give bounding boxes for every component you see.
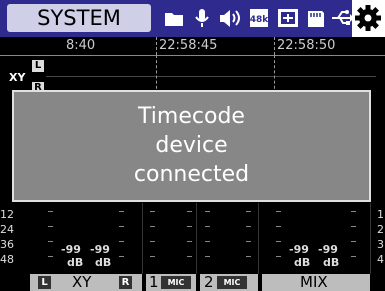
ch2-mic-badge: MIC [217,276,247,289]
xy-label: XY [72,273,92,291]
level-meters: 12 24 36 48 1 2 3 4 -99 -99 dB dB -99 -9… [0,203,385,291]
meter-tick [205,226,210,227]
meter-tick [187,241,192,242]
scale-right-2: 2 [377,223,384,236]
timeline-tick [156,37,157,55]
meter-tick [351,211,356,212]
meter-lane-ch1 [146,203,197,274]
timeline-ruler: 8:40 22:58:45 22:58:50 [0,37,385,56]
meter-tick [150,226,155,227]
meter-tick [351,226,356,227]
timeline-label-1: 8:40 [66,38,96,53]
timeline-label-2: 22:58:45 [159,38,218,53]
meter-tick [187,211,192,212]
meter-tick [48,226,53,227]
dialog-line-3: connected [133,162,250,187]
meter-tick [150,256,155,257]
meter-tick [187,226,192,227]
meter-tick [276,226,281,227]
scale-right-1: 1 [377,208,384,221]
mix-db-left: -99 [289,243,309,256]
xy-unit-left: dB [67,256,84,269]
usb-icon[interactable] [330,0,354,37]
scale-left-48: 48 [0,253,14,266]
mix-db-right: -99 [318,243,338,256]
sd-card-icon[interactable] [306,0,326,37]
meter-tick [119,256,124,257]
xy-db-right: -99 [90,243,110,256]
meter-tick [351,256,356,257]
xy-db-left: -99 [61,243,81,256]
meter-tick [205,256,210,257]
track-badge-l: L [32,60,44,72]
scale-right-4: 4 [377,253,384,266]
mix-label: MIX [300,273,328,291]
meter-tick [150,211,155,212]
xy-channel-button[interactable]: L XY R [30,274,142,291]
meter-tick [119,226,124,227]
system-tab[interactable]: SYSTEM [7,4,151,32]
meter-lane-xy [30,203,143,274]
folder-icon[interactable] [163,0,185,37]
sample-rate-label: 48k [250,15,269,25]
meter-tick [246,256,251,257]
meter-tick [48,256,53,257]
ch2-channel-button[interactable]: 2 MIC [200,274,258,291]
meter-lane-ch2 [200,203,259,274]
track-lane [46,76,376,77]
timeline-label-3: 22:58:50 [277,38,336,53]
ch2-number: 2 [204,273,214,291]
dialog-line-2: device [155,133,228,158]
ch1-number: 1 [149,273,159,291]
meter-lane-mix [262,203,371,274]
mix-channel-button[interactable]: MIX [262,274,370,291]
meter-tick [276,211,281,212]
sample-rate-icon[interactable]: 48k [249,0,269,37]
timecode-dialog: Timecode device connected [12,90,371,202]
ch1-mic-badge: MIC [161,276,191,289]
xy-l-badge: L [38,276,51,289]
top-bar: SYSTEM 48k [0,0,385,37]
meter-tick [187,256,192,257]
microphone-icon[interactable] [193,0,211,37]
ch1-channel-button[interactable]: 1 MIC [146,274,196,291]
speaker-icon[interactable] [218,0,242,37]
meter-tick [246,211,251,212]
xy-unit-right: dB [95,256,112,269]
meter-tick [246,226,251,227]
meter-tick [48,241,53,242]
timeline-tick [274,37,275,55]
track-label-xy: XY [9,71,26,84]
scale-left-36: 36 [0,238,14,251]
meter-tick [119,211,124,212]
scale-left-12: 12 [0,208,14,221]
dialog-line-1: Timecode [138,104,245,129]
timecode-icon[interactable] [277,0,299,37]
meter-tick [119,241,124,242]
meter-tick [351,241,356,242]
mix-unit-right: dB [323,256,340,269]
meter-tick [48,211,53,212]
xy-r-badge: R [119,276,132,289]
meter-tick [205,241,210,242]
meter-tick [205,211,210,212]
scale-left-24: 24 [0,223,14,236]
meter-tick [150,241,155,242]
scale-right-3: 3 [377,238,384,251]
meter-tick [246,241,251,242]
meter-tick [276,256,281,257]
mix-unit-left: dB [294,256,311,269]
meter-tick [276,241,281,242]
gear-icon[interactable] [352,0,385,37]
